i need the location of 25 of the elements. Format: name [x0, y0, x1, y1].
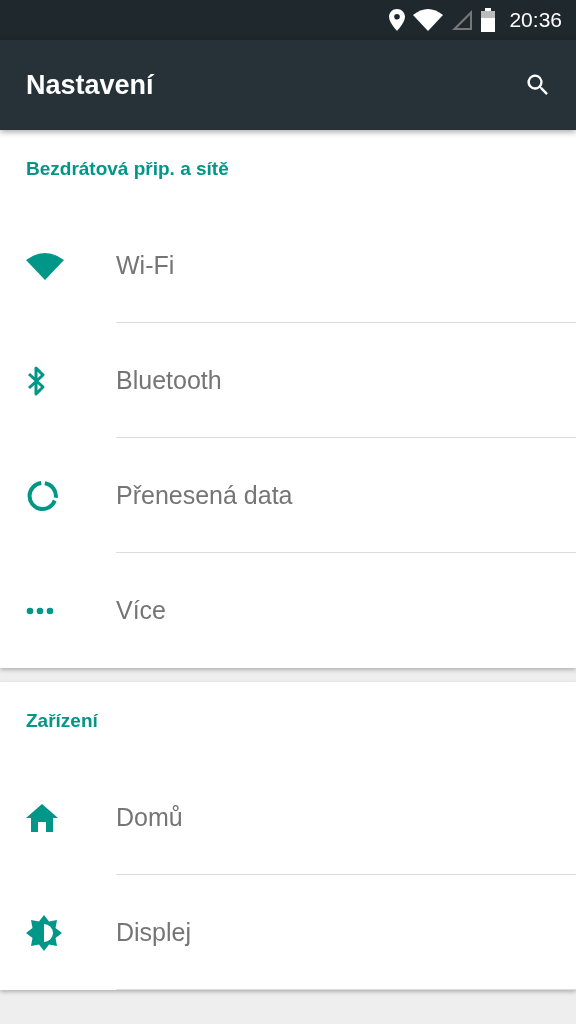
section-header: Bezdrátová přip. a sítě	[26, 158, 229, 180]
wifi-icon	[26, 251, 64, 280]
battery-icon	[481, 8, 496, 32]
section-header: Zařízení	[26, 710, 98, 732]
more-dots-icon	[26, 606, 54, 615]
app-bar-title: Nastavení	[26, 69, 154, 101]
brightness-icon	[26, 914, 62, 951]
settings-item[interactable]: Wi-Fi	[0, 208, 576, 323]
settings-item[interactable]: Displej	[0, 875, 576, 990]
item-label: Displej	[116, 917, 192, 947]
settings-item[interactable]: Bluetooth	[0, 323, 576, 438]
home-icon	[26, 803, 58, 832]
settings-item[interactable]: Přenesená data	[0, 438, 576, 553]
item-label: Domů	[116, 802, 183, 832]
wifi-signal-icon	[413, 9, 444, 31]
clock-time: 20:36	[509, 8, 562, 32]
settings-item[interactable]: Více	[0, 553, 576, 668]
item-label: Přenesená data	[116, 480, 293, 510]
cell-signal-icon	[451, 9, 474, 31]
item-label: Více	[116, 596, 167, 625]
settings-item[interactable]: Domů	[0, 760, 576, 875]
data-usage-icon	[26, 478, 60, 513]
item-label: Wi-Fi	[116, 250, 175, 280]
location-icon	[389, 9, 406, 31]
item-label: Bluetooth	[116, 365, 222, 395]
